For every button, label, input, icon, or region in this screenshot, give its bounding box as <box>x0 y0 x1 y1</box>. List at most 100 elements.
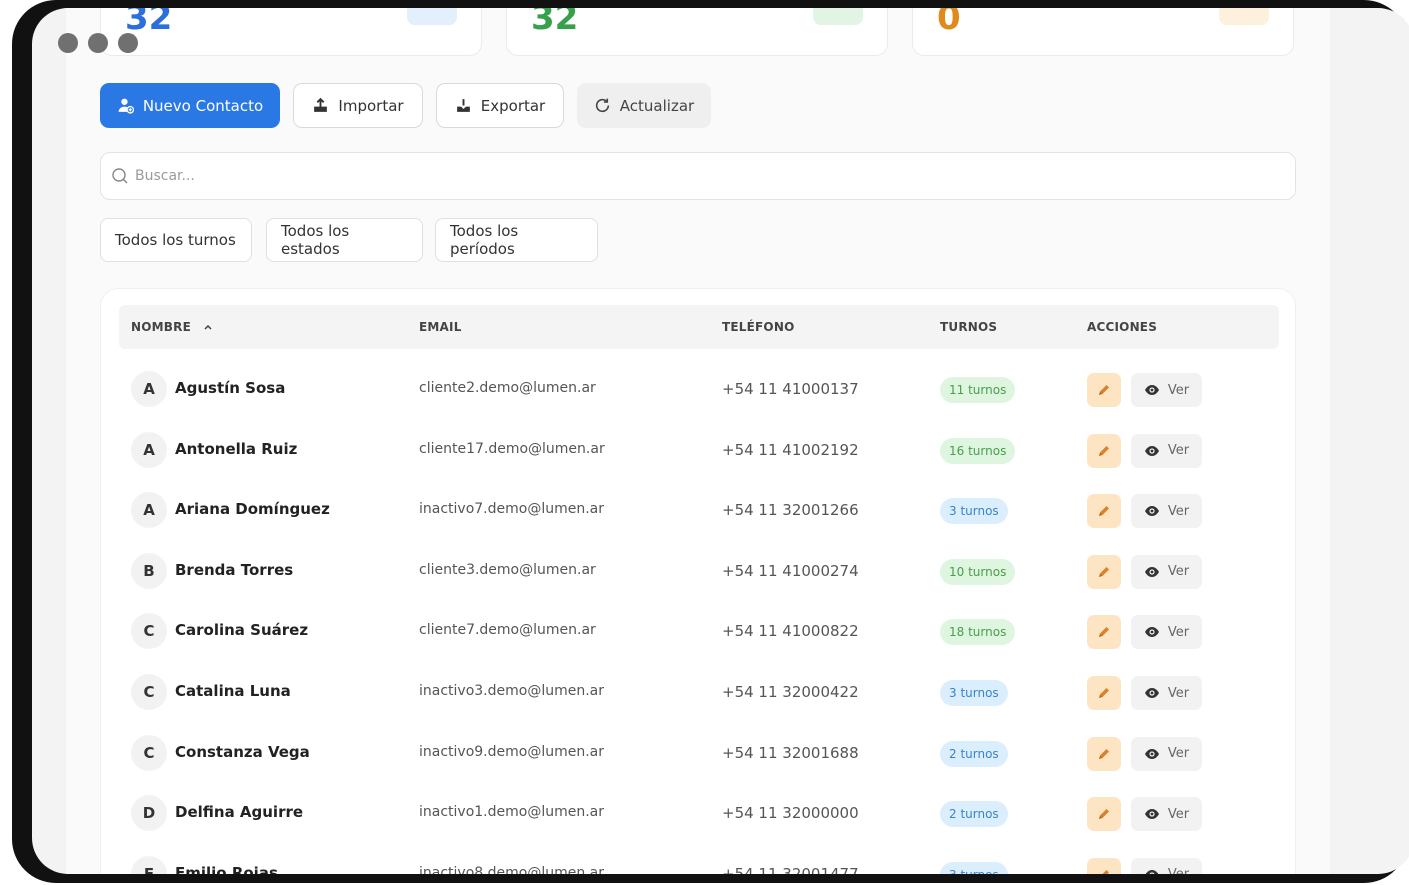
export-icon <box>456 99 470 112</box>
table-row: A Antonella Ruiz cliente17.demo@lumen.ar… <box>119 420 1279 480</box>
stat-card-pending: 0 <box>912 8 1294 56</box>
avatar-initial: C <box>143 683 155 701</box>
search-icon <box>112 168 128 184</box>
contact-name: Ariana Domínguez <box>175 500 330 519</box>
import-icon <box>314 97 328 112</box>
view-button[interactable]: Ver <box>1131 736 1202 771</box>
edit-button[interactable] <box>1087 676 1121 710</box>
stat-card-active: 32 <box>506 8 888 56</box>
close-window-button[interactable] <box>58 33 78 53</box>
view-button[interactable]: Ver <box>1131 676 1202 710</box>
eye-icon <box>1144 385 1159 395</box>
avatar-initial: B <box>143 561 155 580</box>
shifts-badge: 2 turnos <box>940 740 1008 767</box>
table-header: NOMBRE EMAIL TELÉFONO TURNOS ACCIONES <box>119 305 1279 349</box>
avatar: C <box>131 734 167 771</box>
filter-shifts[interactable]: Todos los turnos <box>100 218 252 262</box>
edit-button[interactable] <box>1087 857 1121 874</box>
view-label: Ver <box>1167 564 1190 580</box>
filter-states[interactable]: Todos los estados <box>266 218 423 262</box>
shifts-badge: 3 turnos <box>940 498 1008 525</box>
avatar-initial: A <box>143 380 155 398</box>
column-shifts-header[interactable]: TURNOS <box>940 320 997 334</box>
column-email-header[interactable]: EMAIL <box>419 320 462 334</box>
contact-name: Agustín Sosa <box>175 379 286 397</box>
pencil-icon <box>1099 385 1109 395</box>
contact-email: inactivo9.demo@lumen.ar <box>419 743 605 760</box>
view-button[interactable]: Ver <box>1131 857 1202 874</box>
search-input[interactable] <box>135 168 1235 184</box>
search-bar[interactable] <box>100 152 1296 200</box>
new-contact-label: Nuevo Contacto <box>142 96 264 115</box>
shifts-badge: 11 turnos <box>940 377 1016 403</box>
table-row: A Agustín Sosa cliente2.demo@lumen.ar +5… <box>119 359 1279 419</box>
contact-email: inactivo8.demo@lumen.ar <box>419 864 605 874</box>
contacts-table: NOMBRE EMAIL TELÉFONO TURNOS ACCIONES A … <box>100 288 1296 874</box>
shifts-badge: 18 turnos <box>940 619 1016 646</box>
maximize-window-button[interactable] <box>118 33 138 53</box>
minimize-window-button[interactable] <box>88 33 108 53</box>
avatar-initial: A <box>143 440 155 459</box>
stat-active-value: 32 <box>531 8 579 38</box>
import-label: Importar <box>338 96 404 115</box>
contact-email: inactivo1.demo@lumen.ar <box>419 804 605 821</box>
contact-email: cliente17.demo@lumen.ar <box>419 440 605 457</box>
contact-phone: +54 11 41002192 <box>722 440 859 459</box>
filter-periods[interactable]: Todos los períodos <box>435 218 598 262</box>
refresh-button[interactable]: Actualizar <box>577 83 711 128</box>
new-contact-button[interactable]: Nuevo Contacto <box>100 83 280 128</box>
eye-icon <box>1144 809 1159 820</box>
sort-ascending-icon <box>204 324 212 330</box>
avatar-initial: A <box>143 501 155 520</box>
contacts-page: 32 32 0 Nuevo Contacto Importar Exportar… <box>66 8 1330 874</box>
app-window: 32 32 0 Nuevo Contacto Importar Exportar… <box>32 8 1409 874</box>
shifts-badge: 3 turnos <box>940 861 1008 874</box>
view-button[interactable]: Ver <box>1131 797 1202 832</box>
edit-button[interactable] <box>1087 433 1121 468</box>
view-label: Ver <box>1167 624 1190 640</box>
stat-card-total: 32 <box>100 8 482 56</box>
refresh-icon <box>595 98 609 113</box>
eye-icon <box>1144 688 1159 698</box>
shifts-badge: 3 turnos <box>940 680 1008 706</box>
column-actions-header: ACCIONES <box>1087 320 1158 334</box>
contact-phone: +54 11 32000000 <box>722 804 859 823</box>
view-button[interactable]: Ver <box>1131 615 1202 650</box>
pencil-icon <box>1099 688 1109 698</box>
eye-icon <box>1144 748 1159 759</box>
contact-name: Antonella Ruiz <box>175 439 298 458</box>
export-label: Exportar <box>480 96 546 115</box>
view-label: Ver <box>1167 443 1190 459</box>
device-frame: 32 32 0 Nuevo Contacto Importar Exportar… <box>12 0 1409 883</box>
import-button[interactable]: Importar <box>293 83 423 128</box>
contact-phone: +54 11 32001477 <box>722 864 859 874</box>
stat-total-value: 32 <box>125 8 173 38</box>
avatar: A <box>131 492 167 529</box>
table-row: D Delfina Aguirre inactivo1.demo@lumen.a… <box>119 783 1279 843</box>
view-button[interactable]: Ver <box>1131 554 1202 589</box>
column-phone-header[interactable]: TELÉFONO <box>722 320 794 334</box>
contact-phone: +54 11 41000137 <box>722 380 859 398</box>
contact-name: Carolina Suárez <box>175 621 309 640</box>
export-button[interactable]: Exportar <box>436 83 564 128</box>
edit-button[interactable] <box>1087 494 1121 529</box>
table-row: B Brenda Torres cliente3.demo@lumen.ar +… <box>119 541 1279 601</box>
view-button[interactable]: Ver <box>1131 433 1202 468</box>
contact-email: cliente7.demo@lumen.ar <box>419 622 596 639</box>
pencil-icon <box>1099 566 1109 577</box>
pencil-icon <box>1099 445 1109 456</box>
edit-button[interactable] <box>1087 797 1121 832</box>
column-name-header[interactable]: NOMBRE <box>131 320 213 334</box>
table-row: C Carolina Suárez cliente7.demo@lumen.ar… <box>119 601 1279 661</box>
table-row: C Catalina Luna inactivo3.demo@lumen.ar … <box>119 662 1279 722</box>
contact-phone: +54 11 41000822 <box>722 622 859 641</box>
avatar-initial: E <box>143 864 155 874</box>
edit-button[interactable] <box>1087 373 1121 407</box>
eye-icon <box>1144 506 1159 517</box>
view-button[interactable]: Ver <box>1131 373 1202 407</box>
edit-button[interactable] <box>1087 615 1121 650</box>
contact-name: Constanza Vega <box>175 742 310 761</box>
edit-button[interactable] <box>1087 736 1121 771</box>
view-button[interactable]: Ver <box>1131 494 1202 529</box>
edit-button[interactable] <box>1087 554 1121 589</box>
